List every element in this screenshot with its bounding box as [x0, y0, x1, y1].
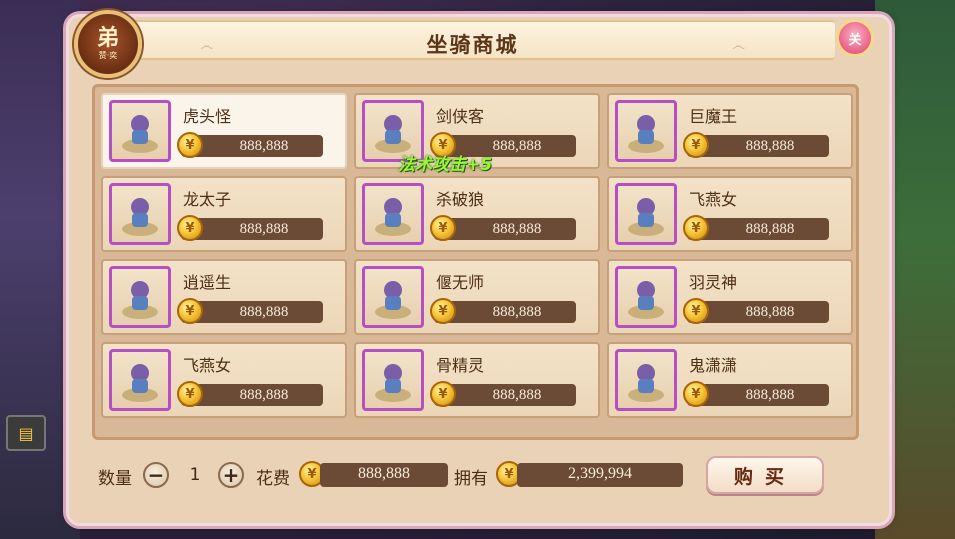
plus-icon: +	[222, 463, 240, 487]
mount-price: 888,888	[492, 387, 542, 403]
mount-figure-icon	[122, 198, 158, 236]
buy-button[interactable]: 购买	[706, 456, 824, 494]
coin-icon: ¥	[683, 381, 709, 407]
mount-name: 龙太子	[183, 190, 232, 209]
mount-price: 888,888	[745, 304, 795, 320]
decrease-quantity-button[interactable]: −	[143, 462, 169, 488]
coin-icon: ¥	[177, 215, 203, 241]
mount-thumbnail	[109, 183, 171, 245]
mount-card[interactable]: 龙太子 888,888 ¥	[101, 176, 347, 252]
mount-name: 逍遥生	[183, 273, 232, 292]
mount-card[interactable]: 逍遥生 888,888 ¥	[101, 259, 347, 335]
mount-name: 偃无师	[436, 273, 485, 292]
floating-buff-text: 法术攻击+5	[398, 155, 493, 175]
mount-card[interactable]: 飞燕女 888,888 ¥	[101, 342, 347, 418]
mount-thumbnail	[615, 349, 677, 411]
close-button[interactable]: 关	[836, 19, 874, 57]
mount-figure-icon	[375, 281, 411, 319]
mount-thumbnail	[109, 100, 171, 162]
mount-price: 888,888	[239, 221, 289, 237]
mount-card[interactable]: 虎头怪 888,888 ¥	[101, 93, 347, 169]
mount-figure-icon	[628, 281, 664, 319]
mount-card[interactable]: 羽灵神 888,888 ¥	[607, 259, 853, 335]
mount-price: 888,888	[745, 387, 795, 403]
mount-name: 虎头怪	[183, 107, 232, 126]
mount-name: 剑侠客	[436, 107, 485, 126]
mount-name: 巨魔王	[689, 107, 738, 126]
mount-thumbnail	[109, 349, 171, 411]
coin-icon: ¥	[177, 298, 203, 324]
mount-figure-icon	[375, 198, 411, 236]
coin-icon: ¥	[177, 381, 203, 407]
mount-thumbnail	[362, 183, 424, 245]
badge-subtitle: 赞·奕	[98, 51, 118, 60]
mount-card[interactable]: 偃无师 888,888 ¥	[354, 259, 600, 335]
mount-name: 骨精灵	[436, 356, 485, 375]
coin-icon: ¥	[430, 381, 456, 407]
buy-button-label: 购买	[733, 465, 796, 488]
coin-icon: ¥	[430, 215, 456, 241]
mount-figure-icon	[375, 364, 411, 402]
mount-figure-icon	[375, 115, 411, 153]
mount-price: 888,888	[239, 387, 289, 403]
mount-figure-icon	[628, 198, 664, 236]
mount-price: 888,888	[492, 221, 542, 237]
mount-price: 888,888	[239, 304, 289, 320]
mount-figure-icon	[628, 364, 664, 402]
mount-thumbnail	[362, 266, 424, 328]
title-bar: ෴ 坐骑商城 ෴	[110, 20, 835, 60]
right-swirl-ornament: ෴	[731, 38, 745, 54]
mount-name: 鬼潇潇	[689, 356, 738, 375]
coin-icon: ¥	[683, 215, 709, 241]
minus-icon: −	[147, 463, 165, 487]
mount-card[interactable]: 巨魔王 888,888 ¥	[607, 93, 853, 169]
mount-name: 杀破狼	[436, 190, 485, 209]
mount-figure-icon	[122, 281, 158, 319]
mount-name: 飞燕女	[689, 190, 738, 209]
mount-thumbnail	[109, 266, 171, 328]
increase-quantity-button[interactable]: +	[218, 462, 244, 488]
coin-icon: ¥	[683, 298, 709, 324]
mount-price: 888,888	[745, 138, 795, 154]
mount-card[interactable]: 鬼潇潇 888,888 ¥	[607, 342, 853, 418]
close-icon: 关	[848, 32, 862, 48]
mount-card[interactable]: 杀破狼 888,888 ¥	[354, 176, 600, 252]
cost-label: 花费	[256, 469, 290, 489]
mount-thumbnail	[615, 100, 677, 162]
mount-figure-icon	[122, 115, 158, 153]
mount-name: 羽灵神	[689, 273, 738, 292]
owned-label: 拥有	[454, 469, 488, 489]
mount-figure-icon	[122, 364, 158, 402]
player-badge[interactable]: 弟 赞·奕	[74, 10, 142, 78]
mount-name: 飞燕女	[183, 356, 232, 375]
coin-icon: ¥	[683, 132, 709, 158]
mount-thumbnail	[615, 183, 677, 245]
mount-thumbnail	[615, 266, 677, 328]
shop-title: 坐骑商城	[426, 33, 519, 57]
cost-value: 888,888	[320, 463, 448, 487]
quantity-input[interactable]: 1	[170, 463, 220, 489]
mount-price: 888,888	[239, 138, 289, 154]
badge-glyph: 弟	[96, 26, 119, 51]
mount-price: 888,888	[492, 304, 542, 320]
coin-icon: ¥	[177, 132, 203, 158]
owned-value: 2,399,994	[517, 463, 683, 487]
mount-card[interactable]: 飞燕女 888,888 ¥	[607, 176, 853, 252]
coin-icon: ¥	[430, 298, 456, 324]
item-grid[interactable]: 虎头怪 888,888 ¥ 剑侠客 888,888 ¥ 巨魔王 888,888 ¥ 龙太子 888,…	[92, 84, 859, 440]
mount-figure-icon	[628, 115, 664, 153]
mount-thumbnail	[362, 349, 424, 411]
quantity-label: 数量	[98, 469, 132, 489]
mount-price: 888,888	[745, 221, 795, 237]
mount-card[interactable]: 骨精灵 888,888 ¥	[354, 342, 600, 418]
chat-icon[interactable]: ▤	[6, 415, 46, 451]
